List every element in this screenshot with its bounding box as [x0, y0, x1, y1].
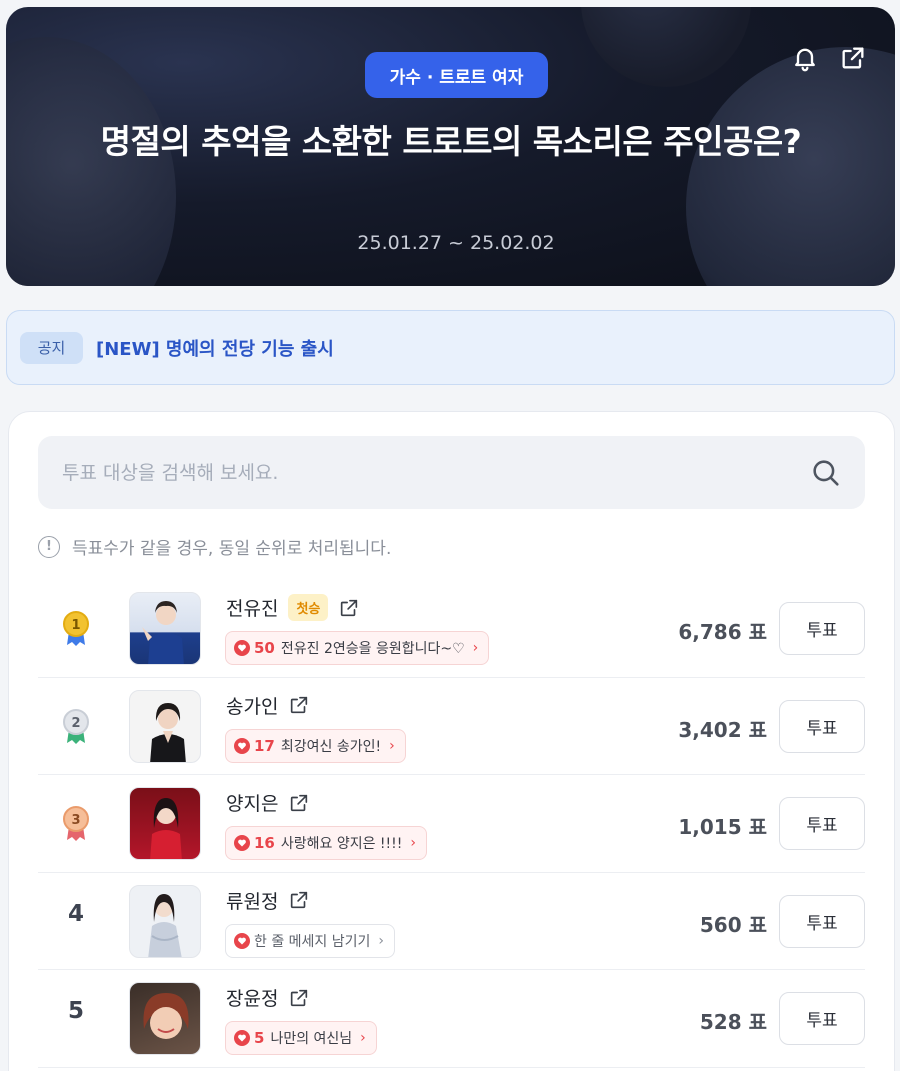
- cheer-count: 5: [254, 1029, 265, 1047]
- share-icon[interactable]: [837, 42, 869, 74]
- date-range: 25.01.27 ~ 25.02.02: [357, 232, 555, 254]
- singer-name[interactable]: 장윤정: [226, 984, 278, 1011]
- chevron-right-icon: ›: [378, 932, 384, 949]
- external-link-icon[interactable]: [288, 987, 310, 1009]
- singer-name[interactable]: 송가인: [226, 692, 278, 719]
- bell-icon[interactable]: [789, 42, 821, 74]
- cheer-text: 나만의 여신님: [270, 1031, 353, 1047]
- svg-text:3: 3: [71, 813, 80, 828]
- singer-name[interactable]: 류원정: [226, 887, 278, 914]
- vote-count: 560 표: [699, 912, 767, 937]
- cheer-text: 최강여신 송가인!: [280, 738, 382, 755]
- ranking-row: 2 송가인 17 최강여신 송가인! › 3,402 표 투표: [38, 678, 865, 775]
- chevron-right-icon: ›: [360, 1030, 366, 1046]
- ranking-row: 5 장윤정 5 나만의 여신님 › 528 표 투표: [38, 970, 865, 1068]
- vote-count: 528 표: [699, 1010, 767, 1034]
- hero-decoration: [581, 7, 751, 87]
- external-link-icon[interactable]: [288, 694, 310, 716]
- cheer-message[interactable]: 16 사랑해요 양지은 !!!! ›: [225, 826, 427, 860]
- vote-count: 1,015 표: [678, 815, 767, 839]
- first-win-badge: 첫승: [288, 594, 329, 621]
- cheer-text: 전유진 2연승을 응원합니다~♡: [280, 641, 465, 657]
- external-link-icon[interactable]: [338, 597, 360, 619]
- info-text: 득표수가 같을 경우, 동일 순위로 처리됩니다.: [72, 539, 392, 559]
- avatar[interactable]: [129, 884, 201, 958]
- gold-medal-icon: 1: [56, 609, 96, 649]
- name-line: 송가인: [226, 692, 310, 719]
- heart-icon: [234, 932, 250, 949]
- ranking-row: 4 류원정 한 줄 메세지 남기기 › 560 표 투표: [38, 873, 865, 970]
- singer-name[interactable]: 양지은: [226, 789, 278, 816]
- heart-icon: [234, 640, 250, 656]
- notice-tag: 공지: [20, 331, 83, 364]
- vote-button[interactable]: 투표: [779, 992, 865, 1045]
- cheer-count: 16: [254, 834, 275, 852]
- hero-banner: 가수 · 트로트 여자 명절의 추억을 소환한 트로트의 목소리은 주인공은? …: [6, 7, 895, 286]
- avatar[interactable]: [129, 982, 201, 1055]
- cheer-message[interactable]: 17 최강여신 송가인! ›: [225, 728, 406, 763]
- svg-text:2: 2: [71, 716, 80, 731]
- notice-text[interactable]: [NEW] 명예의 전당 기능 출시: [96, 335, 334, 361]
- rank-number: 4: [67, 900, 84, 927]
- heart-icon: [234, 1030, 250, 1046]
- chevron-right-icon: ›: [472, 640, 479, 656]
- vote-count: 3,402 표: [678, 717, 767, 742]
- page: 가수 · 트로트 여자 명절의 추억을 소환한 트로트의 목소리은 주인공은? …: [0, 0, 900, 1071]
- info-icon: !: [38, 535, 60, 558]
- vote-count: 6,786 표: [678, 620, 767, 644]
- vote-button[interactable]: 투표: [779, 797, 865, 850]
- ranking-row: 1 전유진 첫승 50 전유진 2연승을 응원합니다~♡ › 6,786 표 투…: [38, 580, 865, 678]
- name-line: 장윤정: [226, 984, 310, 1011]
- external-link-icon[interactable]: [288, 792, 310, 814]
- bronze-medal-icon: 3: [56, 804, 96, 844]
- rank-number: 5: [67, 998, 84, 1024]
- name-line: 양지은: [226, 789, 310, 816]
- heart-icon: [234, 737, 250, 754]
- heart-icon: [234, 835, 250, 851]
- cheer-message[interactable]: 50 전유진 2연승을 응원합니다~♡ ›: [225, 631, 490, 665]
- info-line: ! 득표수가 같을 경우, 동일 순위로 처리됩니다.: [38, 534, 391, 559]
- cheer-count: 17: [254, 736, 275, 755]
- name-line: 류원정: [226, 887, 310, 914]
- name-line: 전유진 첫승: [226, 594, 360, 621]
- search-icon[interactable]: [809, 456, 843, 490]
- vote-button[interactable]: 투표: [779, 894, 865, 948]
- category-badge: 가수 · 트로트 여자: [365, 52, 548, 98]
- avatar[interactable]: [129, 592, 201, 665]
- external-link-icon[interactable]: [288, 889, 310, 911]
- chevron-right-icon: ›: [410, 835, 416, 851]
- vote-button[interactable]: 투표: [779, 699, 865, 753]
- svg-text:1: 1: [71, 618, 80, 633]
- search-input[interactable]: [38, 461, 778, 484]
- cheer-message[interactable]: 한 줄 메세지 남기기 ›: [225, 923, 395, 958]
- page-title: 명절의 추억을 소환한 트로트의 목소리은 주인공은?: [100, 122, 802, 161]
- vote-button[interactable]: 투표: [779, 602, 865, 655]
- cheer-count: 50: [254, 639, 275, 657]
- avatar[interactable]: [129, 787, 201, 860]
- cheer-text: 한 줄 메세지 남기기: [254, 933, 371, 950]
- cheer-message[interactable]: 5 나만의 여신님 ›: [225, 1021, 377, 1055]
- ranking-list: 1 전유진 첫승 50 전유진 2연승을 응원합니다~♡ › 6,786 표 투…: [38, 580, 865, 1068]
- notice-bar[interactable]: 공지 [NEW] 명예의 전당 기능 출시: [6, 310, 895, 385]
- cheer-text: 사랑해요 양지은 !!!!: [280, 836, 403, 852]
- singer-name[interactable]: 전유진: [226, 594, 278, 621]
- chevron-right-icon: ›: [389, 737, 395, 754]
- ranking-row: 3 양지은 16 사랑해요 양지은 !!!! › 1,015 표 투표: [38, 775, 865, 873]
- search-box: [38, 436, 865, 509]
- avatar[interactable]: [129, 689, 201, 763]
- ranking-card: ! 득표수가 같을 경우, 동일 순위로 처리됩니다. 1: [8, 411, 895, 1071]
- silver-medal-icon: 2: [56, 707, 96, 747]
